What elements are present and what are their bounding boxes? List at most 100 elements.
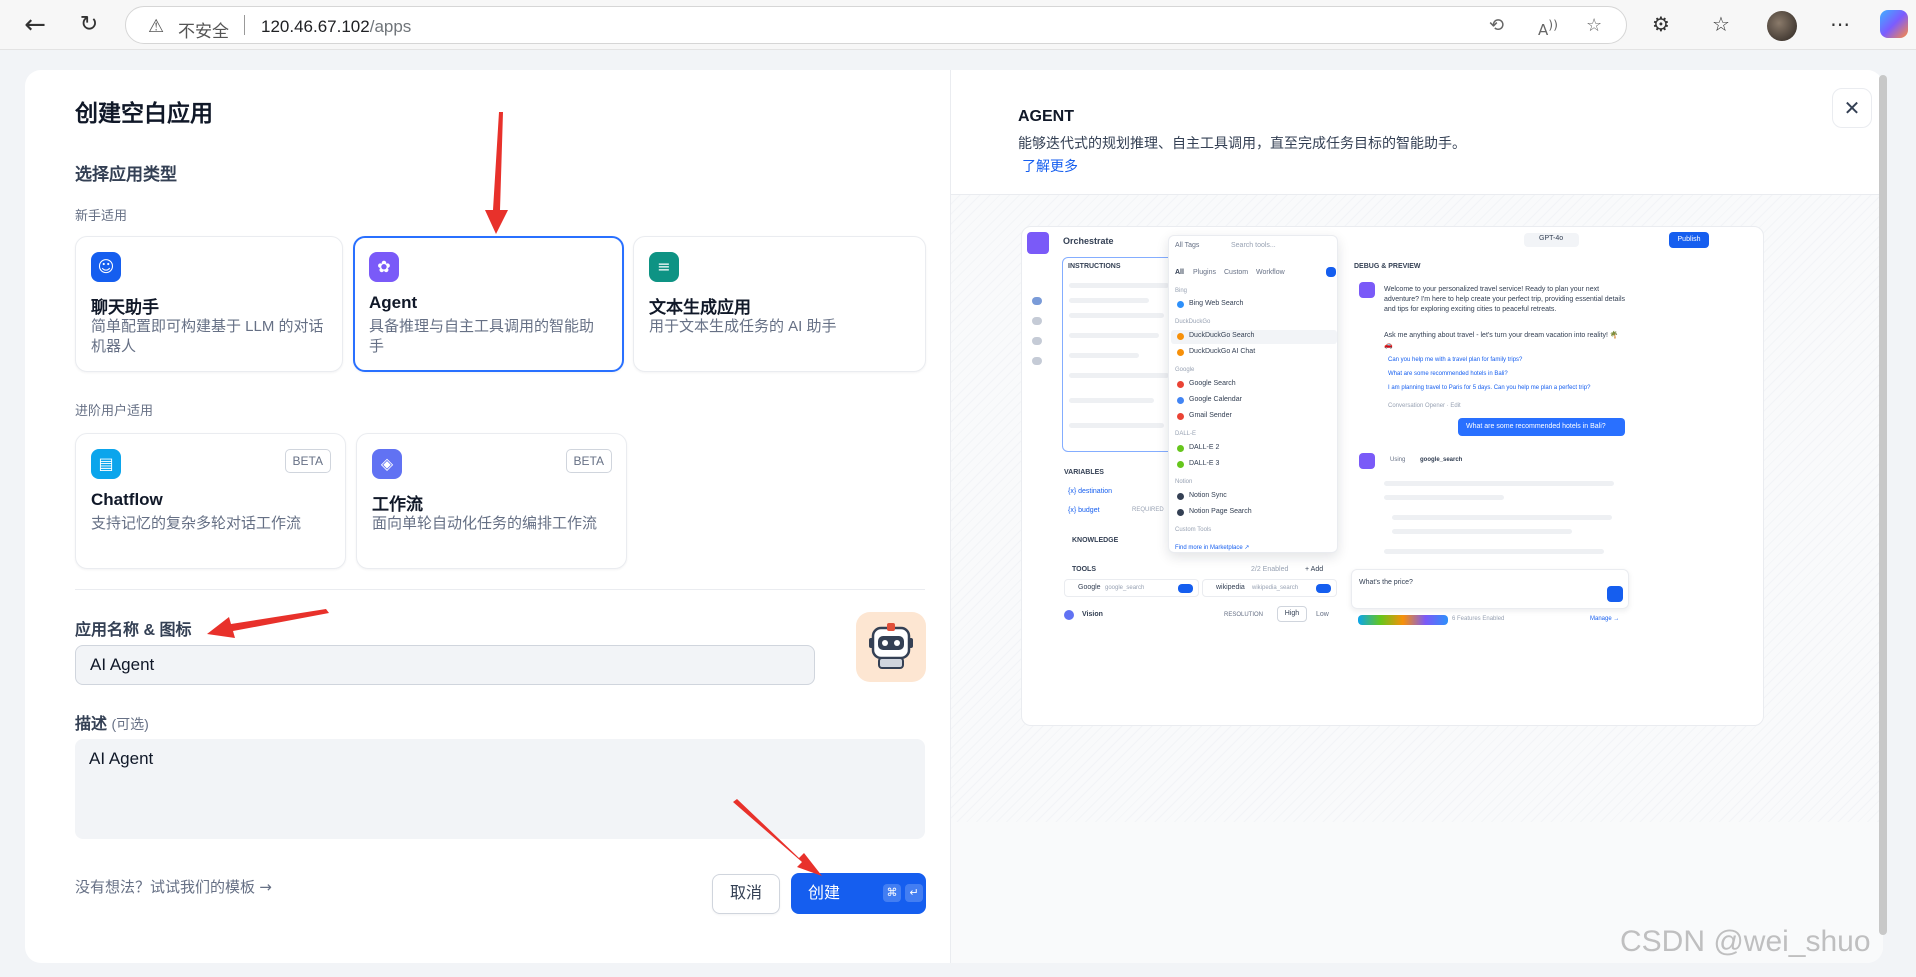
app-type-card-text-generation[interactable]: ≡ 文本生成应用 用于文本生成任务的 AI 助手	[633, 236, 926, 372]
close-icon[interactable]: ✕	[1832, 88, 1872, 128]
rail-icon	[1032, 357, 1042, 365]
copilot-icon[interactable]	[1880, 10, 1908, 38]
text-generation-icon: ≡	[649, 252, 679, 282]
app-name-label: 应用名称 & 图标	[75, 622, 192, 639]
address-bar[interactable]: ⚠ 不安全 120.46.67.102/apps ⟲ A)) ☆	[125, 6, 1627, 44]
chatflow-icon: ▤	[91, 449, 121, 479]
extensions-icon[interactable]: ⚙	[1652, 12, 1670, 36]
conversation-opener: Conversation Opener · Edit	[1388, 403, 1461, 409]
placeholder-line	[1069, 398, 1154, 403]
welcome-message: Welcome to your personalized travel serv…	[1384, 286, 1626, 313]
placeholder-line	[1384, 549, 1604, 554]
card-name: Agent	[369, 293, 418, 312]
publish-button: Publish	[1669, 232, 1709, 248]
rail-icon	[1032, 337, 1042, 345]
debug-preview-label: DEBUG & PREVIEW	[1354, 263, 1421, 270]
card-desc: 用于文本生成任务的 AI 助手	[649, 318, 837, 335]
tool-item: DALL-E 2	[1189, 444, 1220, 451]
warning-icon: ⚠	[148, 16, 165, 37]
bing-icon	[1177, 301, 1184, 308]
divider	[244, 15, 245, 35]
app-type-card-agent[interactable]: ✿ Agent 具备推理与自主工具调用的智能助手	[353, 236, 624, 372]
beta-badge: BETA	[565, 449, 612, 473]
placeholder-line	[1392, 515, 1612, 520]
tool-search-input: Search tools...	[1231, 242, 1276, 249]
tool-sub: google_search	[1105, 585, 1145, 591]
duckduckgo-icon	[1177, 333, 1184, 340]
create-app-modal: 创建空白应用 选择应用类型 新手适用 ☺ 聊天助手 简单配置即可构建基于 LLM…	[25, 70, 1883, 963]
chat-input-text: What's the price?	[1359, 579, 1413, 586]
enter-key-icon: ↵	[905, 884, 923, 902]
select-type-label: 选择应用类型	[75, 165, 177, 184]
favorites-icon[interactable]: ☆	[1712, 12, 1730, 36]
advanced-label: 进阶用户适用	[75, 403, 154, 418]
create-form-panel: 创建空白应用 选择应用类型 新手适用 ☺ 聊天助手 简单配置即可构建基于 LLM…	[25, 70, 950, 963]
read-aloud-icon[interactable]: A))	[1538, 17, 1558, 39]
variable-item: {x} budget	[1068, 507, 1100, 514]
description-textarea[interactable]: AI Agent	[75, 739, 925, 839]
send-icon	[1607, 586, 1623, 602]
notion-icon	[1177, 509, 1184, 516]
tab-all: All	[1175, 269, 1184, 276]
toggle	[1178, 584, 1193, 593]
favorite-star-icon[interactable]: ☆	[1586, 15, 1602, 36]
tab-plugins: Plugins	[1193, 269, 1216, 276]
tool-item: Google Calendar	[1189, 396, 1242, 403]
app-type-card-chatflow[interactable]: ▤ BETA Chatflow 支持记忆的复杂多轮对话工作流	[75, 433, 346, 569]
back-icon[interactable]: ←	[20, 10, 50, 40]
beginner-label: 新手适用	[75, 208, 128, 223]
placeholder-line	[1069, 283, 1169, 288]
card-name: 聊天助手	[91, 298, 159, 317]
translate-icon[interactable]: ⟲	[1489, 15, 1504, 36]
arrow-right-icon: →	[259, 878, 272, 896]
profile-avatar[interactable]	[1767, 11, 1797, 41]
manage-link: Manage →	[1590, 616, 1620, 622]
insecure-label: 不安全	[178, 22, 229, 41]
divider	[75, 589, 925, 590]
tool-item: DuckDuckGo AI Chat	[1189, 348, 1256, 355]
tool-card: Google google_search	[1064, 579, 1199, 597]
app-type-card-chat[interactable]: ☺ 聊天助手 简单配置即可构建基于 LLM 的对话机器人	[75, 236, 343, 372]
template-link[interactable]: 没有想法？试试我们的模板 →	[75, 876, 272, 897]
cancel-button[interactable]: 取消	[712, 874, 780, 914]
placeholder-line	[1069, 333, 1159, 338]
user-message: What are some recommended hotels in Bali…	[1458, 418, 1625, 436]
rail-icon	[1032, 297, 1042, 305]
add-tool-link: + Add	[1305, 566, 1324, 573]
placeholder-line	[1384, 495, 1504, 500]
app-icon-picker[interactable]	[856, 612, 926, 682]
tool-item: Gmail Sender	[1189, 412, 1232, 419]
resolution-high: High	[1277, 606, 1307, 622]
scrollbar[interactable]	[1879, 75, 1887, 935]
tool-group: Google	[1175, 367, 1195, 373]
more-icon[interactable]: ⋯	[1830, 12, 1850, 36]
create-button[interactable]: 创建 ⌘ ↵	[791, 873, 926, 914]
description-label: 描述 (可选)	[75, 716, 149, 733]
rail-icon	[1032, 317, 1042, 325]
tool-item: Notion Sync	[1189, 492, 1227, 499]
tool-item: Bing Web Search	[1189, 300, 1244, 307]
tools-label: TOOLS	[1072, 566, 1096, 573]
bot-avatar	[1359, 282, 1375, 298]
placeholder-line	[1069, 373, 1169, 378]
learn-more-link[interactable]: 了解更多	[1022, 156, 1078, 176]
tools-enabled-count: 2/2 Enabled	[1251, 566, 1289, 573]
tool-card: wikipedia wikipedia_search	[1202, 579, 1337, 597]
orchestrate-label: Orchestrate	[1063, 236, 1114, 246]
preview-header: AGENT 能够迭代式的规划推理、自主工具调用，直至完成任务目标的智能助手。 了…	[951, 70, 1883, 195]
calendar-icon	[1177, 397, 1184, 404]
app-type-card-workflow[interactable]: ◈ BETA 工作流 面向单轮自动化任务的编排工作流	[356, 433, 627, 569]
marketplace-link: Find more in Marketplace ↗	[1175, 545, 1250, 551]
url-text: 120.46.67.102/apps	[261, 17, 412, 36]
app-name-input[interactable]: AI Agent	[75, 645, 815, 685]
preview-title: AGENT	[1018, 108, 1074, 125]
reload-icon[interactable]: ↻	[74, 10, 104, 40]
notion-icon	[1177, 493, 1184, 500]
card-name: Chatflow	[91, 490, 163, 509]
variables-label: VARIABLES	[1064, 469, 1104, 476]
card-name: 工作流	[372, 495, 423, 514]
watermark: CSDN @wei_shuo	[1620, 925, 1871, 958]
using-label: Using	[1390, 457, 1406, 463]
suggestion: Can you help me with a travel plan for f…	[1388, 357, 1523, 363]
card-desc: 具备推理与自主工具调用的智能助手	[369, 318, 595, 355]
